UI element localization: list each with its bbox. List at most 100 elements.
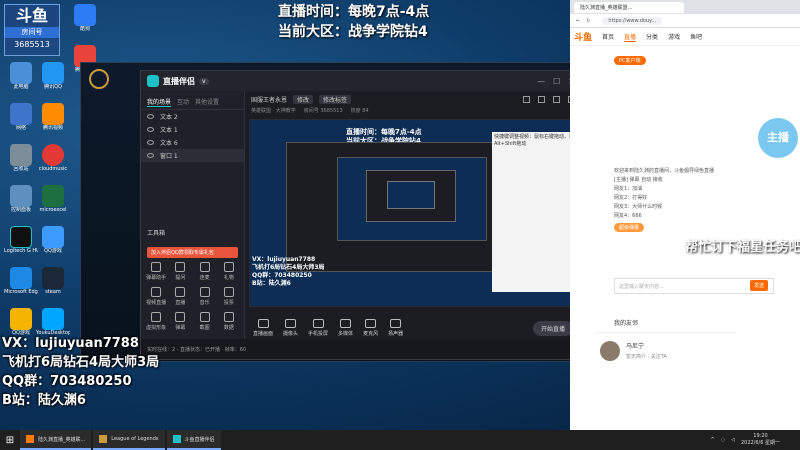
live-screen-button[interactable]: 直播画面 <box>253 319 273 337</box>
desktop-icon[interactable]: 控制面板 <box>4 185 38 223</box>
nav-live[interactable]: 直播 <box>624 32 637 42</box>
monitor-icon <box>257 319 269 328</box>
taskbar-item-league[interactable]: League of Legends <box>93 430 165 450</box>
qq-group-promo[interactable]: 加入伴侣QQ群领取专属礼包 <box>147 247 238 258</box>
tool-icon <box>151 262 162 272</box>
url-field[interactable]: https://www.douy... <box>602 16 663 25</box>
speaker-button[interactable]: 扬声器 <box>388 319 403 337</box>
desktop-icon[interactable]: 回收站 <box>4 144 38 182</box>
tool-item[interactable]: 音乐 <box>194 287 216 306</box>
stream-companion-window[interactable]: 直播伴侣 v — ☐ ✕ 我的场景 互动 其他设置 文本 2 文本 1 文本 6… <box>140 70 583 360</box>
desktop-icon[interactable]: 腾讯QQ <box>36 62 70 100</box>
scene-item[interactable]: 文本 2 <box>141 110 244 123</box>
tool-item[interactable]: 直播 <box>169 287 191 306</box>
send-button[interactable]: 发送 <box>750 280 769 291</box>
chat-line: 网友1：加油 <box>614 186 643 192</box>
settings-icon[interactable] <box>538 95 545 103</box>
windows-start-icon[interactable]: ⊞ <box>0 430 20 450</box>
eye-icon[interactable] <box>147 140 154 145</box>
eye-icon[interactable] <box>147 127 154 132</box>
app-title: 直播伴侣 <box>163 76 195 86</box>
fans-title: 我的友邻 <box>614 320 639 327</box>
desktop-icon[interactable]: microexcel <box>36 185 70 223</box>
live-main-pane: 国服王者永恩 修改 修改标签 英雄联盟 · 大神教学 房间号 3685513 热… <box>245 91 583 341</box>
room-header: 国服王者永恩 修改 修改标签 <box>245 91 581 107</box>
chat-line: 网友4：666 <box>614 213 642 219</box>
nav-home[interactable]: 首页 <box>602 32 614 41</box>
super-danmu-pill[interactable]: 超级弹幕 <box>614 223 645 232</box>
desktop-icon[interactable]: Logitech G HUB <box>4 226 38 264</box>
nav-games[interactable]: 游戏 <box>668 32 680 41</box>
chat-panel: PC客户端 欢迎来到陆久渊的直播间，斗鱼倡导绿色直播 [主播] 弹幕 自动 接收… <box>614 54 774 234</box>
scene-item[interactable]: 文本 1 <box>141 123 244 136</box>
volume-icon[interactable]: ◁ <box>731 437 735 443</box>
room-info-bar: 英雄联盟 · 大神教学 房间号 3685513 热度 84 <box>251 108 369 114</box>
desktop-icon[interactable]: cloudmusic <box>36 144 70 182</box>
browser-app-icon <box>26 435 34 443</box>
streamer-float-badge[interactable]: 主播 <box>758 118 798 158</box>
taskbar-item-browser[interactable]: 陆久渊直播_英雄联... <box>20 430 92 450</box>
desktop-icon[interactable]: 此电脑 <box>4 62 38 100</box>
edit-tags-button[interactable]: 修改标签 <box>319 94 352 104</box>
douyu-brand-logo[interactable]: 斗鱼 <box>574 30 592 43</box>
nav-fishbar[interactable]: 鱼吧 <box>690 32 702 41</box>
tool-item[interactable]: 礼物 <box>218 262 240 281</box>
tool-item[interactable]: 弹幕助手 <box>145 262 167 281</box>
tool-item[interactable]: 截图 <box>194 312 216 331</box>
tool-item[interactable]: 连麦 <box>194 262 216 281</box>
tool-item[interactable]: 视频直播 <box>145 287 167 306</box>
friend-card[interactable]: 马尼宁 暂无简介 · 关注TA <box>596 332 736 382</box>
microphone-button[interactable]: 麦克风 <box>363 319 378 337</box>
app-version: v <box>199 77 209 85</box>
tab-interaction[interactable]: 互动 <box>177 97 189 107</box>
browser-tab-douyu[interactable]: 陆久渊直播_英雄联盟... <box>574 1 684 13</box>
tool-item[interactable]: 虚拟形象 <box>145 312 167 331</box>
media-button[interactable]: 多媒体 <box>338 319 353 337</box>
scene-item[interactable]: 文本 6 <box>141 136 244 149</box>
schedule-line: 直播时间：每晚7点-4点 <box>278 4 430 20</box>
desktop-icon[interactable]: 酷狗 <box>68 4 102 42</box>
start-live-button[interactable]: 开始直播 <box>532 320 573 336</box>
desktop-icon[interactable]: 腾讯视频 <box>36 103 70 141</box>
recursive-preview-frame <box>387 181 435 209</box>
taskbar-item-companion[interactable]: 斗鱼直播伴侣 <box>166 430 221 450</box>
tool-item[interactable]: 提问 <box>169 262 191 281</box>
tool-item[interactable]: 弹幕 <box>169 312 191 331</box>
tool-item[interactable]: 投票 <box>218 287 240 306</box>
desktop-icon[interactable]: Microsoft Edge <box>4 267 38 305</box>
minimize-icon[interactable]: — <box>537 77 545 86</box>
contact-line: 飞机打6局钻石4局大师3局 <box>2 355 160 370</box>
layout-icon[interactable] <box>523 95 530 103</box>
scene-item[interactable]: 窗口 1 <box>141 149 244 162</box>
recursive-preview-frame <box>337 157 487 241</box>
chat-line: 网友3：大师什么时候 <box>614 204 663 210</box>
contact-line: B站：陆久渊6 <box>2 393 86 408</box>
eye-icon[interactable] <box>147 153 154 158</box>
eye-icon[interactable] <box>147 114 154 119</box>
clock[interactable]: 19:20 2022/6/6 星期一 <box>741 433 780 447</box>
network-icon[interactable]: ◌ <box>721 437 725 443</box>
desktop-icon[interactable]: QQ游戏 <box>36 226 70 264</box>
tab-settings[interactable]: 其他设置 <box>195 97 219 107</box>
stream-preview[interactable]: 直播时间：每晚7点-4点 当前大区：战争学院钻4 VX：lujiuyuan778… <box>249 119 583 307</box>
tool-item[interactable]: 数据 <box>218 312 240 331</box>
chevron-up-icon[interactable]: ^ <box>711 437 715 443</box>
camera-button[interactable]: 摄像头 <box>283 319 298 337</box>
refresh-icon[interactable]: ↻ <box>586 18 590 24</box>
browser-window[interactable]: 陆久渊直播_英雄联盟... ← ↻ https://www.douy... 斗鱼… <box>570 0 800 430</box>
tool-icon <box>151 312 162 322</box>
maximize-icon[interactable]: ☐ <box>553 77 560 86</box>
desktop-icon-column-2: 腾讯QQ 腾讯视频 cloudmusic microexcel QQ游戏 ste… <box>36 62 70 349</box>
desktop-icon[interactable]: 网络 <box>4 103 38 141</box>
server-line: 当前大区：战争学院钻4 <box>278 24 428 40</box>
nav-category[interactable]: 分类 <box>646 32 658 41</box>
camera-icon <box>285 319 297 328</box>
desktop-icon[interactable]: steam <box>36 267 70 305</box>
pc-client-pill[interactable]: PC客户端 <box>614 56 646 65</box>
tool-icon <box>199 312 210 322</box>
edit-title-button[interactable]: 修改 <box>293 94 314 104</box>
back-icon[interactable]: ← <box>576 18 580 24</box>
phone-cast-button[interactable]: 手机投屏 <box>308 319 328 337</box>
copy-icon[interactable] <box>553 95 560 103</box>
tab-my-scenes[interactable]: 我的场景 <box>147 97 172 107</box>
